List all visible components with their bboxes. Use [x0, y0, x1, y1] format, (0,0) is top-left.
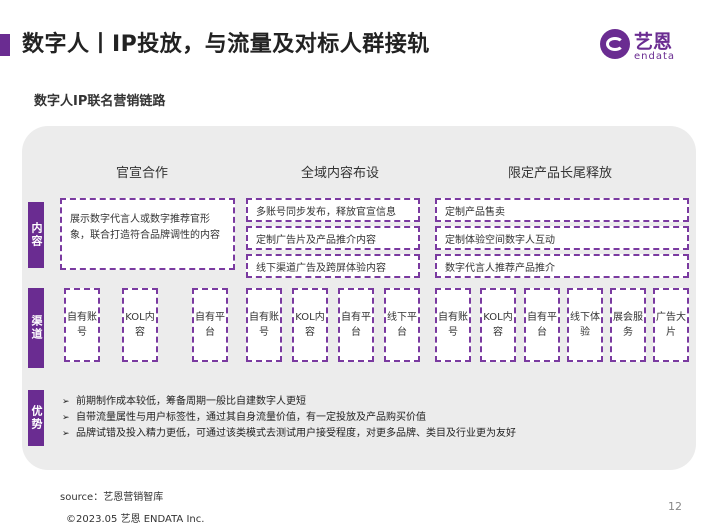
source-note: source：艺恩营销智库 — [60, 492, 164, 503]
channel-limited-item: KOL内容 — [480, 288, 516, 362]
side-tab-advantage: 优势 — [28, 390, 44, 446]
logo-english-text: endata — [634, 51, 676, 62]
content-limited-item: 定制产品售卖 — [435, 198, 689, 222]
channel-limited-item: 自有平台 — [524, 288, 560, 362]
channel-omni-item: 线下平台 — [384, 288, 420, 362]
channel-limited-item: 展会服务 — [610, 288, 646, 362]
column-header-omni: 全域内容布设 — [300, 166, 379, 181]
arrow-bullet-icon: ➢ — [62, 413, 70, 423]
advantage-item: ➢ 品牌试错及投入精力更低，可通过该类模式去测试用户接受程度，对更多品牌、类目及行… — [62, 428, 516, 439]
copyright-note: ©2023.05 艺恩 ENDATA Inc. — [66, 514, 205, 525]
channel-omni-item: 自有平台 — [338, 288, 374, 362]
channel-limited-item: 广告大片 — [653, 288, 689, 362]
channel-limited-item: 自有账号 — [435, 288, 471, 362]
title-accent-bar — [0, 34, 10, 56]
content-announce-box: 展示数字代言人或数字推荐官形象，联合打造符合品牌调性的内容 — [60, 198, 235, 270]
channel-announce-item: 自有平台 — [192, 288, 228, 362]
content-limited-item: 定制体验空间数字人互动 — [435, 226, 689, 250]
endata-logo: 艺恩 endata — [600, 25, 690, 67]
logo-chinese-text: 艺恩 — [634, 31, 673, 53]
section-subtitle: 数字人IP联名营销链路 — [34, 94, 166, 109]
channel-announce-item: KOL内容 — [122, 288, 158, 362]
arrow-bullet-icon: ➢ — [62, 429, 70, 439]
column-header-limited: 限定产品长尾释放 — [507, 166, 612, 181]
content-omni-item: 多账号同步发布，释放官宣信息 — [246, 198, 420, 222]
column-header-announce: 官宣合作 — [115, 166, 168, 181]
page-title: 数字人丨IP投放，与流量及对标人群接轨 — [22, 32, 430, 57]
endata-logo-icon — [600, 29, 630, 59]
arrow-bullet-icon: ➢ — [62, 397, 70, 407]
page-number: 12 — [668, 500, 682, 513]
channel-omni-item: 自有账号 — [246, 288, 282, 362]
channel-limited-item: 线下体验 — [567, 288, 603, 362]
side-tab-content: 内容 — [28, 202, 44, 268]
advantage-item: ➢ 自带流量属性与用户标签性，通过其自身流量价值，有一定投放及产品购买价值 — [62, 412, 426, 423]
content-omni-item: 定制广告片及产品推介内容 — [246, 226, 420, 250]
channel-announce-item: 自有账号 — [64, 288, 100, 362]
side-tab-channel: 渠道 — [28, 288, 44, 368]
content-limited-item: 数字代言人推荐产品推介 — [435, 254, 689, 278]
content-omni-item: 线下渠道广告及跨屏体验内容 — [246, 254, 420, 278]
advantage-item: ➢ 前期制作成本较低，筹备周期一般比自建数字人更短 — [62, 396, 306, 407]
channel-omni-item: KOL内容 — [292, 288, 328, 362]
